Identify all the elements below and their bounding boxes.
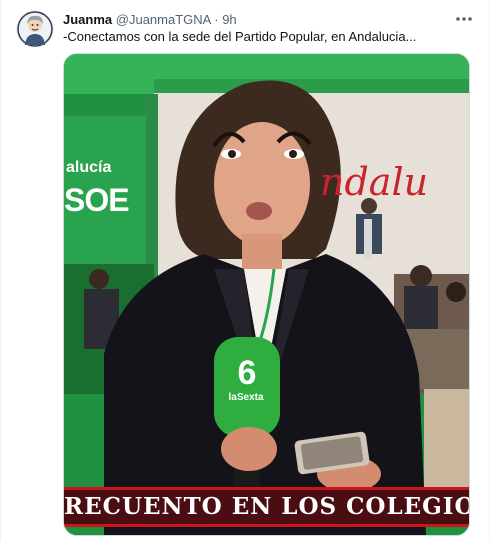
more-options-button[interactable] xyxy=(451,9,477,29)
svg-text:6: 6 xyxy=(238,354,257,392)
tweet[interactable]: Juanma @JuanmaTGNA · 9h -Conectamos con … xyxy=(0,0,490,541)
more-horizontal-icon xyxy=(456,17,472,21)
mic-brand-label: laSexta xyxy=(228,392,264,403)
separator-dot: · xyxy=(214,12,219,27)
timestamp[interactable]: 9h xyxy=(222,12,236,27)
tweet-media-image[interactable]: 6 alucía SOE ndalu laSexta RECUENTO EN L… xyxy=(63,53,470,536)
banner-text-top: alucía xyxy=(66,159,112,176)
ticker-text: RECUENTO EN LOS COLEGIOS xyxy=(64,493,470,520)
avatar-icon xyxy=(16,10,54,48)
author-name[interactable]: Juanma xyxy=(63,12,112,27)
banner-text-bottom: SOE xyxy=(64,182,130,218)
avatar[interactable] xyxy=(16,10,54,48)
wall-text: ndalu xyxy=(320,160,429,204)
party-banner: alucía SOE xyxy=(64,116,146,264)
tweet-text: -Conectamos con la sede del Partido Popu… xyxy=(63,29,417,44)
news-ticker: RECUENTO EN LOS COLEGIOS xyxy=(64,487,469,527)
author-handle[interactable]: @JuanmaTGNA xyxy=(116,12,211,27)
